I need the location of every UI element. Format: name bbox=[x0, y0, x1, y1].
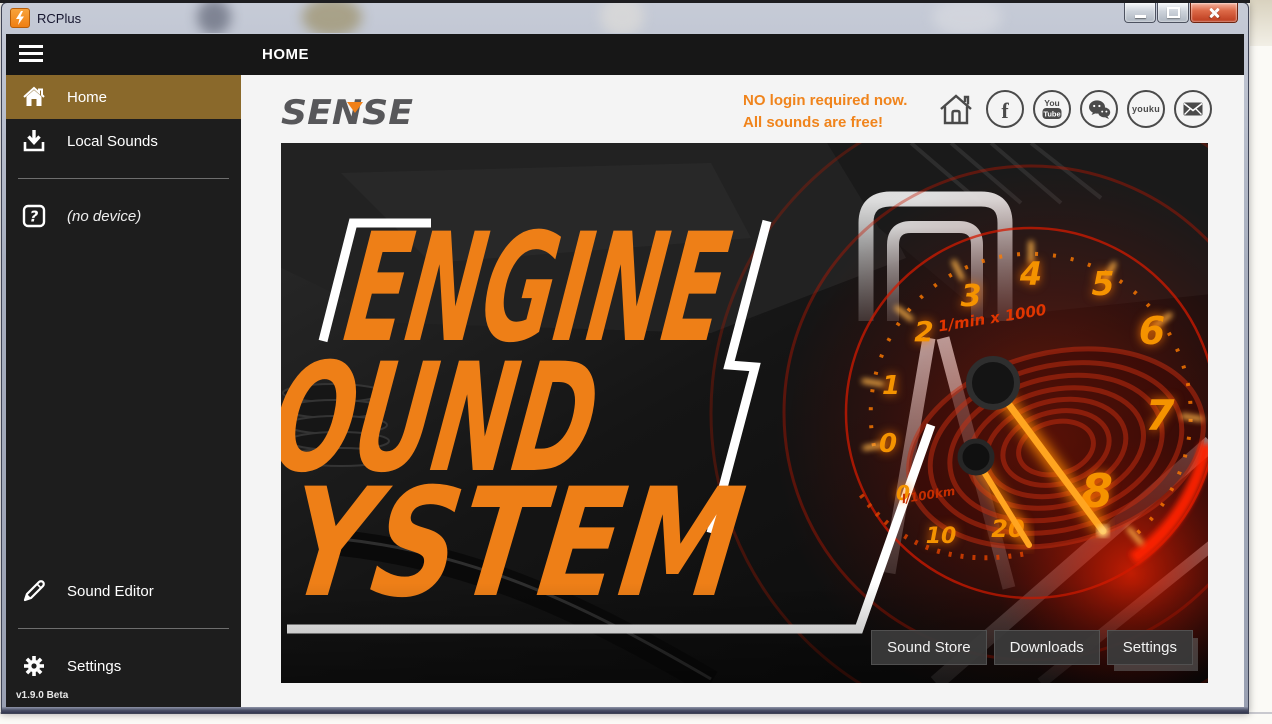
sound-store-button[interactable]: Sound Store bbox=[871, 630, 986, 665]
sidebar-spacer bbox=[6, 238, 241, 569]
desktop-blur-decoration bbox=[932, 3, 1002, 33]
lightning-icon bbox=[10, 8, 30, 28]
gear-icon bbox=[21, 653, 47, 679]
youku-icon[interactable]: youku bbox=[1127, 90, 1165, 128]
email-icon[interactable] bbox=[1174, 90, 1212, 128]
close-button[interactable] bbox=[1190, 3, 1238, 23]
page-title: HOME bbox=[262, 46, 309, 63]
sidebar-item-label: Sound Editor bbox=[67, 583, 154, 600]
sidebar-divider bbox=[18, 178, 229, 179]
brand-logo: SENSE bbox=[281, 96, 431, 137]
social-links: f You Tube bbox=[937, 90, 1212, 128]
app-version: v1.9.0 Beta bbox=[6, 688, 241, 707]
sidebar-item-label: (no device) bbox=[67, 208, 141, 225]
app-window: RCPlus HOME Home bbox=[1, 2, 1249, 714]
main-content: SENSE NO login required now. All sounds … bbox=[241, 75, 1244, 707]
fuel-number: 10 bbox=[926, 524, 957, 549]
pencil-icon bbox=[21, 578, 47, 604]
banner-button-row: Sound Store Downloads Settings bbox=[871, 630, 1193, 665]
needle-hub-small bbox=[960, 441, 992, 473]
app-header: HOME bbox=[6, 34, 1244, 75]
desktop-background bbox=[1250, 0, 1272, 46]
window-title: RCPlus bbox=[37, 11, 81, 26]
window-titlebar[interactable]: RCPlus bbox=[2, 3, 1248, 33]
wechat-icon[interactable] bbox=[1080, 90, 1118, 128]
minimize-button[interactable] bbox=[1124, 3, 1156, 23]
maximize-icon bbox=[1167, 7, 1180, 18]
desktop-blur-decoration bbox=[302, 3, 362, 33]
home-link-icon[interactable] bbox=[937, 91, 975, 127]
gauge-number: 1 bbox=[882, 371, 900, 401]
sidebar-item-label: Home bbox=[67, 89, 107, 106]
sidebar-item-label: Settings bbox=[67, 658, 121, 675]
sidebar-item-label: Local Sounds bbox=[67, 133, 158, 150]
brand-logo-text: SENSE bbox=[281, 96, 413, 132]
gauge-number: 3 bbox=[961, 279, 982, 314]
minimize-icon bbox=[1135, 15, 1146, 18]
desktop-blur-decoration bbox=[600, 3, 644, 33]
promo-line2: All sounds are free! bbox=[743, 112, 907, 134]
gauge-number: 4 bbox=[1019, 255, 1042, 293]
sidebar-divider bbox=[18, 628, 229, 629]
screen-top-edge bbox=[0, 0, 1250, 3]
gauge-number: 6 bbox=[1139, 309, 1165, 353]
gauge-number: 0 bbox=[879, 429, 897, 459]
gauge-number: 5 bbox=[1092, 264, 1115, 303]
promo-text: NO login required now. All sounds are fr… bbox=[743, 90, 907, 134]
svg-text:Tube: Tube bbox=[1043, 110, 1060, 119]
desktop-blur-decoration bbox=[197, 3, 231, 33]
menu-button[interactable] bbox=[19, 45, 43, 63]
gauge-number: 2 bbox=[914, 315, 933, 348]
sidebar: Home Local Sounds ? (no dev bbox=[6, 75, 241, 707]
settings-button[interactable]: Settings bbox=[1107, 630, 1193, 665]
youtube-icon[interactable]: You Tube bbox=[1033, 90, 1071, 128]
home-icon bbox=[21, 84, 47, 110]
downloads-button[interactable]: Downloads bbox=[994, 630, 1100, 665]
sidebar-item-no-device[interactable]: ? (no device) bbox=[6, 194, 241, 238]
sidebar-item-sound-editor[interactable]: Sound Editor bbox=[6, 569, 241, 613]
sidebar-item-settings[interactable]: Settings bbox=[6, 644, 241, 688]
close-icon bbox=[1208, 7, 1220, 19]
facebook-icon[interactable]: f bbox=[986, 90, 1024, 128]
maximize-button[interactable] bbox=[1157, 3, 1189, 23]
svg-text:?: ? bbox=[30, 208, 39, 226]
gauge-number: 7 bbox=[1145, 391, 1175, 440]
question-icon: ? bbox=[21, 203, 47, 229]
needle-hub bbox=[969, 359, 1017, 407]
sidebar-item-home[interactable]: Home bbox=[6, 75, 241, 119]
promo-line1: NO login required now. bbox=[743, 90, 907, 112]
download-icon bbox=[21, 128, 47, 154]
sidebar-item-local-sounds[interactable]: Local Sounds bbox=[6, 119, 241, 163]
svg-text:You: You bbox=[1044, 98, 1059, 108]
hero-banner: ENGINE OUND YSTEM 0 1 2 3 4 5 6 7 8 bbox=[281, 143, 1208, 683]
engine-banner-graphic: ENGINE OUND YSTEM 0 1 2 3 4 5 6 7 8 bbox=[281, 143, 1208, 683]
